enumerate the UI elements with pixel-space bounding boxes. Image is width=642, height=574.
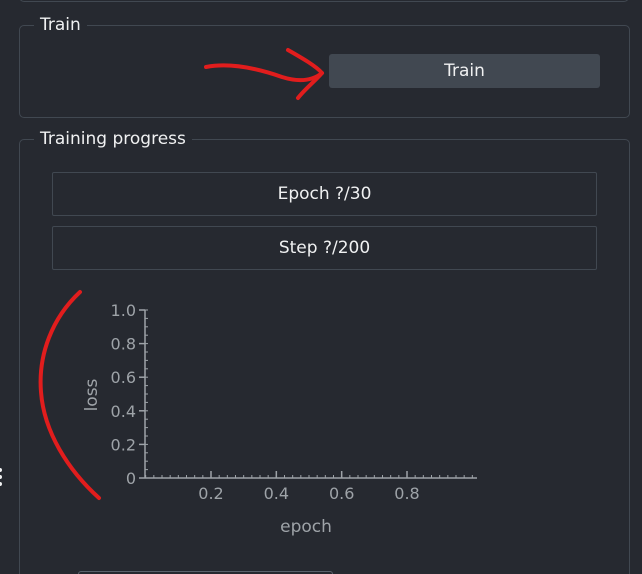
loss-chart: 0 0.2 0.4 0.6 0.8 1.0 0.2 0.4 0.6 0.8 epoch loss (82, 301, 477, 537)
drag-handle-dot (0, 482, 2, 486)
chart-layer: 0 0.2 0.4 0.6 0.8 1.0 0.2 0.4 0.6 0.8 epoch loss (82, 301, 477, 537)
drag-handle-icon[interactable] (0, 468, 4, 492)
x-tick-label: 0.2 (198, 484, 223, 503)
y-tick-label: 0.8 (111, 335, 136, 354)
x-tick-label: 0.6 (329, 484, 354, 503)
y-tick-label: 0.4 (111, 402, 136, 421)
y-tick-label: 1.0 (111, 301, 136, 320)
x-tick-label: 0.4 (264, 484, 289, 503)
y-tick-label: 0.2 (111, 435, 136, 454)
drag-handle-dot (0, 475, 2, 479)
training-widget: Train Train Training progress Epoch ?/30… (0, 0, 642, 574)
y-tick-label: 0 (126, 469, 136, 488)
y-tick-label: 0.6 (111, 368, 136, 387)
y-axis-label: loss (82, 378, 102, 411)
x-axis-label: epoch (280, 517, 332, 537)
x-tick-label: 0.8 (394, 484, 419, 503)
drag-handle-dot (0, 468, 2, 472)
